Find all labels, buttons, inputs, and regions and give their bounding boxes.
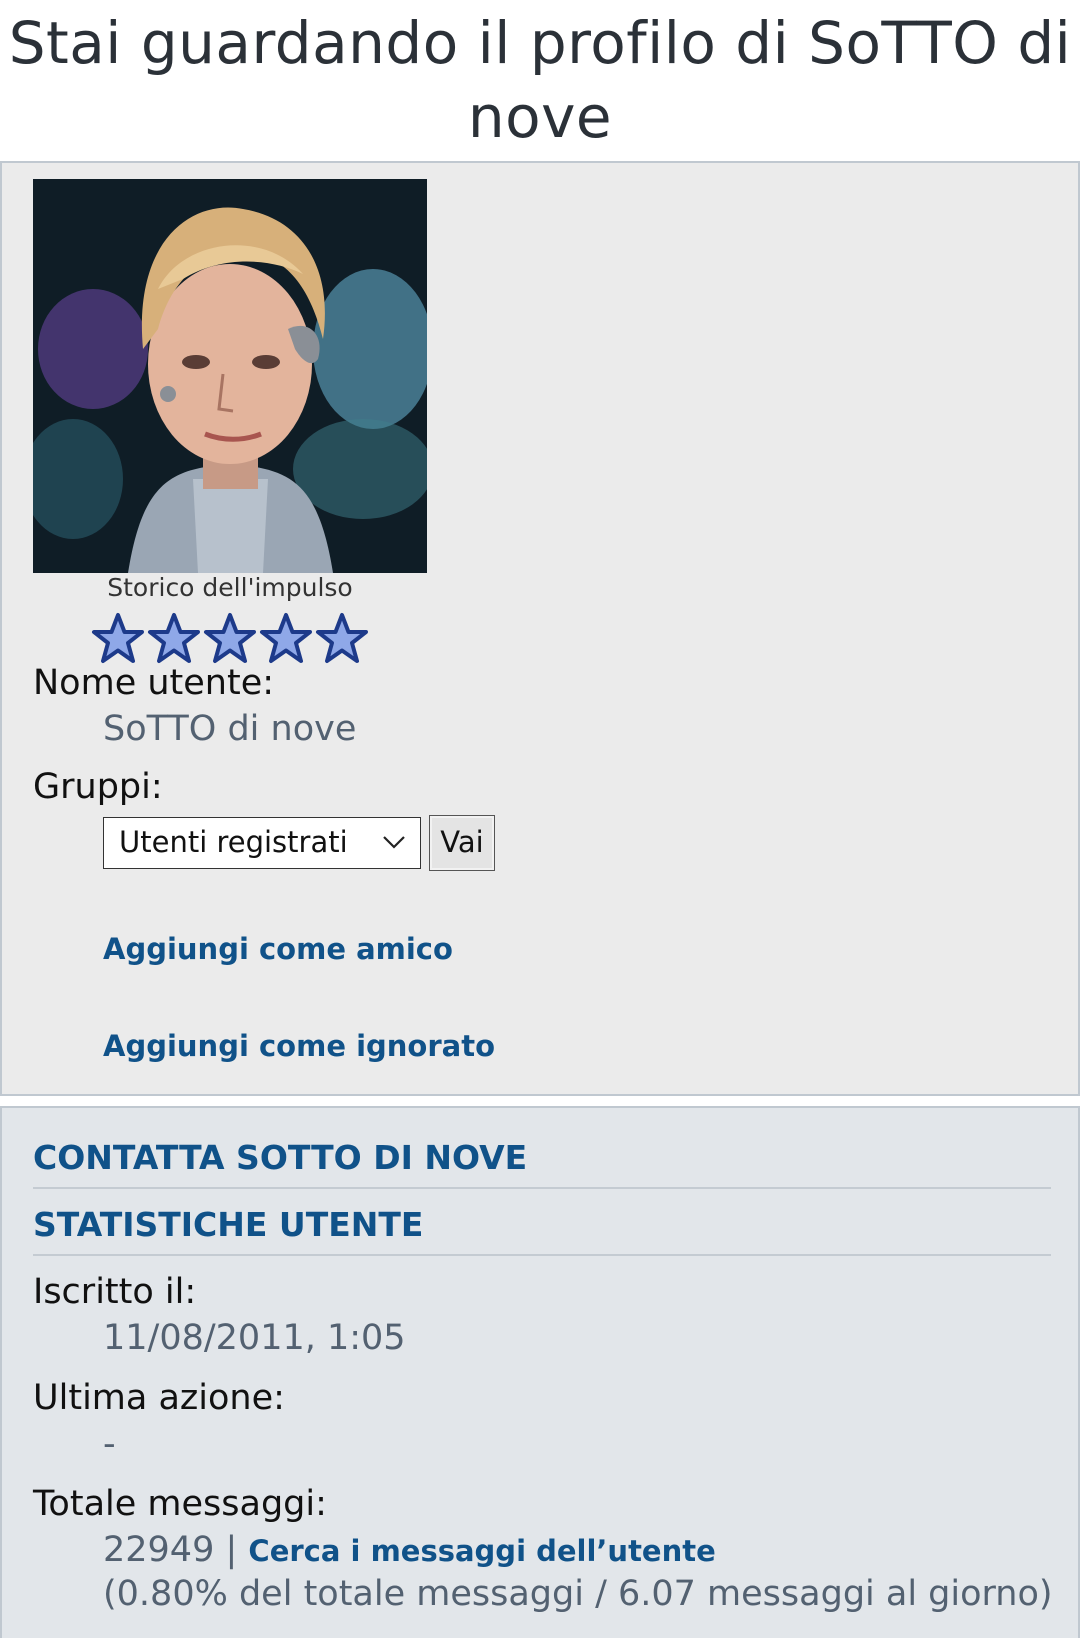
joined-label: Iscritto il:: [33, 1272, 197, 1312]
rank-stars: [90, 611, 370, 667]
stats-heading: STATISTICHE UTENTE: [33, 1205, 1051, 1256]
chevron-down-icon: [383, 836, 405, 849]
star-icon: [148, 613, 200, 663]
joined-value: 11/08/2011, 1:05: [103, 1318, 406, 1358]
avatar: [33, 179, 427, 573]
star-icon: [316, 613, 368, 663]
posts-row: 22949 | Cerca i messaggi dell’utente: [103, 1530, 716, 1570]
stats-panel: CONTATTA SOTTO DI NOVE STATISTICHE UTENT…: [0, 1106, 1080, 1638]
last-active-label: Ultima azione:: [33, 1378, 285, 1418]
groups-select-value: Utenti registrati: [119, 825, 348, 859]
add-friend-link[interactable]: Aggiungi come amico: [103, 932, 453, 966]
profile-panel: Storico dell'impulso Nome utente: SoTTO …: [0, 161, 1080, 1096]
go-button[interactable]: Vai: [429, 815, 495, 871]
page-title: Stai guardando il profilo di SoTTO di no…: [8, 9, 1072, 151]
star-icon: [92, 613, 144, 663]
star-icon: [260, 613, 312, 663]
posts-label: Totale messaggi:: [33, 1484, 327, 1524]
star-icon: [204, 613, 256, 663]
posts-separator: |: [225, 1530, 238, 1570]
groups-label: Gruppi:: [33, 767, 163, 807]
add-foe-link[interactable]: Aggiungi come ignorato: [103, 1029, 495, 1063]
contact-heading[interactable]: CONTATTA SOTTO DI NOVE: [33, 1138, 1051, 1189]
posts-count: 22949: [103, 1530, 215, 1570]
search-posts-link[interactable]: Cerca i messaggi dell’utente: [248, 1534, 715, 1568]
posts-detail: (0.80% del totale messaggi / 6.07 messag…: [103, 1574, 1053, 1614]
rank-title: Storico dell'impulso: [107, 573, 353, 602]
last-active-value: -: [103, 1424, 116, 1464]
username-label: Nome utente:: [33, 663, 275, 703]
username-value: SoTTO di nove: [103, 709, 357, 749]
groups-select[interactable]: Utenti registrati: [103, 817, 421, 869]
